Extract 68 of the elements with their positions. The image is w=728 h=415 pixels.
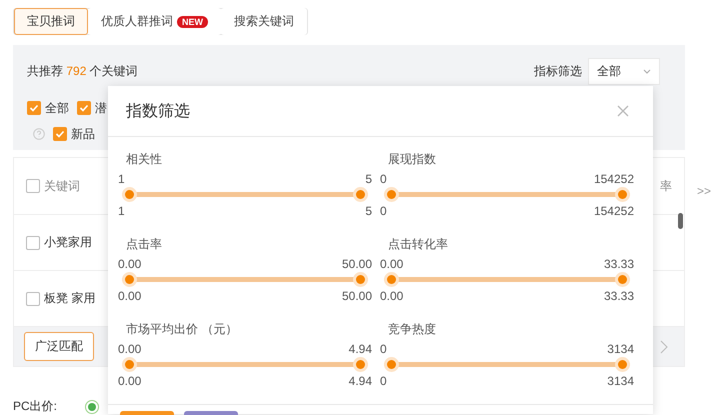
checkbox[interactable] (26, 179, 40, 193)
min-value: 0.00 (118, 373, 142, 389)
metric-select[interactable]: 全部 (588, 58, 660, 84)
min-value: 1 (118, 171, 125, 187)
keyword-cell: 板凳 家用 (44, 290, 96, 307)
checkbox[interactable] (26, 236, 40, 250)
max-value: 5 (365, 171, 372, 187)
tab[interactable]: 宝贝推词 (14, 8, 88, 35)
max-value: 3134 (607, 341, 634, 357)
checkbox-label: 潜 (95, 100, 107, 116)
column-header: 关键词 (44, 178, 80, 194)
min-value: 1 (118, 203, 125, 219)
checkbox[interactable] (27, 101, 41, 115)
range-slider[interactable] (122, 187, 368, 202)
max-value: 5 (365, 203, 372, 219)
max-value: 3134 (607, 373, 634, 389)
max-value: 33.33 (604, 256, 634, 272)
range-slider[interactable] (122, 272, 368, 287)
tab[interactable]: 搜索关键词 (221, 8, 307, 35)
scrollbar-thumb[interactable] (678, 213, 683, 229)
min-value: 0 (380, 373, 387, 389)
keyword-cell: 小凳家用 (44, 234, 92, 251)
bid-label: PC出价: (13, 398, 58, 415)
min-value: 0.00 (118, 288, 142, 304)
min-value: 0.00 (380, 256, 404, 272)
radio-button[interactable] (85, 400, 100, 414)
range-slider[interactable] (384, 187, 630, 202)
chevron-right-icon[interactable] (660, 340, 668, 354)
dialog-title: 指数筛选 (126, 102, 190, 122)
max-value: 154252 (594, 203, 634, 219)
column-header: 率 (660, 178, 672, 194)
help-icon[interactable] (33, 128, 45, 140)
checkbox-label: 新品 (71, 126, 95, 142)
min-value: 0.00 (118, 341, 142, 357)
min-value: 0.00 (118, 256, 142, 272)
max-value: 50.00 (342, 288, 372, 304)
slider-label: 展现指数 (387, 151, 437, 168)
checkbox-label: 全部 (45, 100, 69, 116)
close-icon[interactable] (617, 105, 629, 117)
min-value: 0 (380, 341, 387, 357)
max-value: 4.94 (348, 341, 372, 357)
chevron-down-icon (643, 68, 651, 74)
filter-label: 指标筛选 (534, 62, 582, 80)
checkmark-icon (28, 102, 40, 114)
min-value: 0 (380, 171, 387, 187)
tab[interactable]: 优质人群推词 NEW (88, 8, 221, 35)
slider-label: 竞争热度 (387, 321, 437, 338)
range-slider[interactable] (122, 357, 368, 372)
slider-label: 相关性 (125, 151, 163, 168)
match-type-button[interactable]: 广泛匹配 (24, 332, 94, 361)
checkbox[interactable] (53, 127, 67, 141)
max-value: 4.94 (348, 373, 372, 389)
max-value: 154252 (594, 171, 634, 187)
range-slider[interactable] (384, 357, 630, 372)
checkmark-icon (54, 128, 66, 140)
keyword-count-text: 共推荐 792 个关键词 (27, 62, 138, 80)
max-value: 50.00 (342, 256, 372, 272)
slider-label: 点击转化率 (387, 236, 449, 253)
min-value: 0 (380, 203, 387, 219)
min-value: 0.00 (380, 288, 404, 304)
slider-label: 点击率 (125, 236, 163, 253)
slider-label: 市场平均出价 （元） (125, 321, 238, 338)
checkbox[interactable] (77, 101, 91, 115)
new-badge: NEW (177, 16, 208, 28)
max-value: 33.33 (604, 288, 634, 304)
checkmark-icon (78, 102, 90, 114)
checkbox[interactable] (26, 292, 40, 306)
range-slider[interactable] (384, 272, 630, 287)
